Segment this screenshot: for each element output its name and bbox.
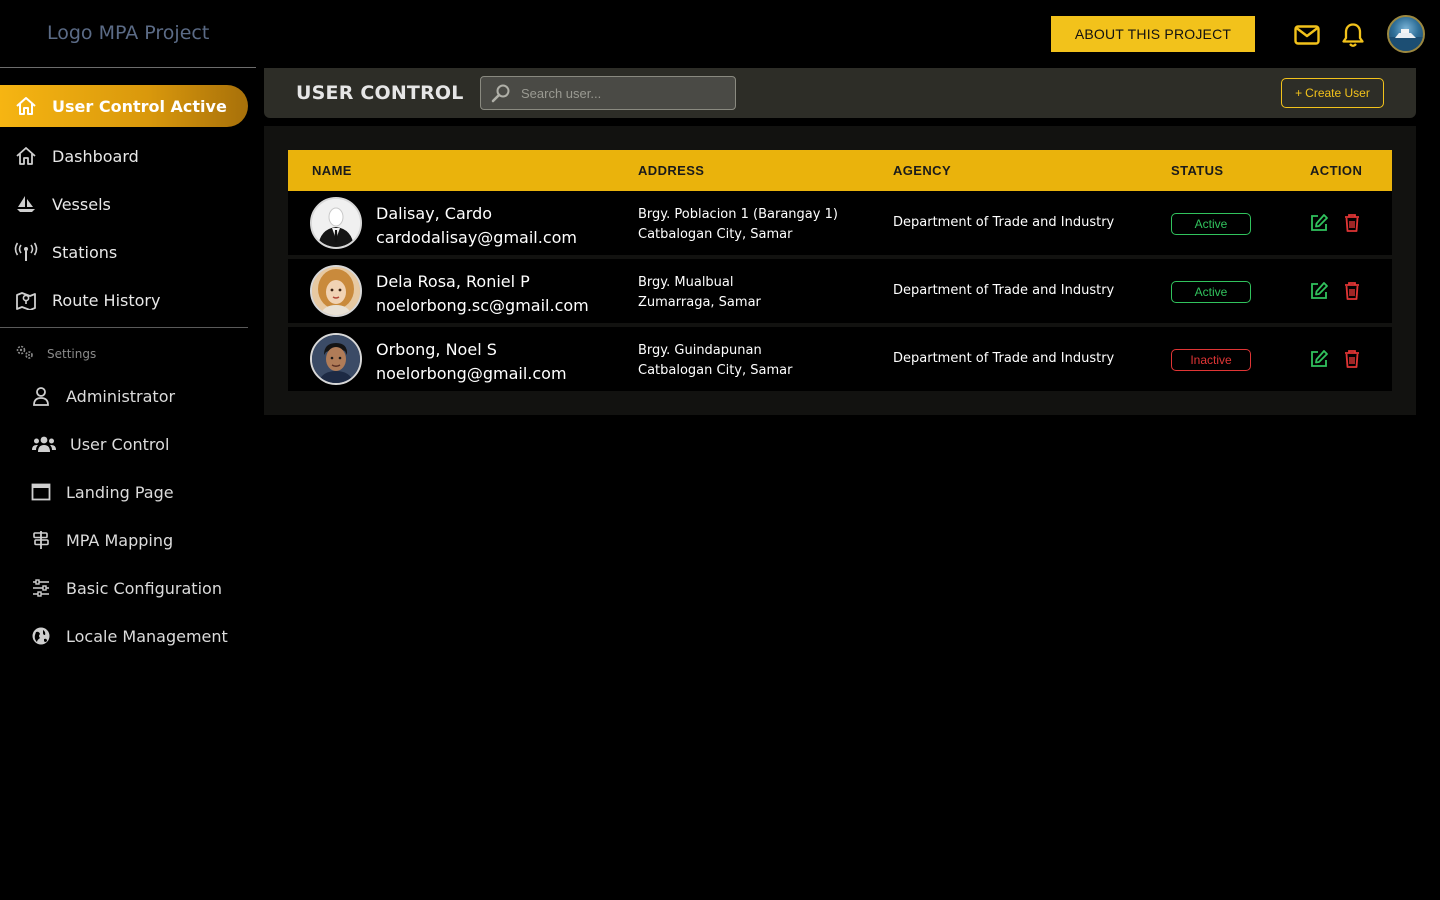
edit-icon[interactable]	[1309, 349, 1329, 369]
agency-cell: Department of Trade and Industry	[893, 215, 1115, 230]
plus-icon: +	[1295, 86, 1303, 100]
user-avatar	[310, 197, 362, 249]
search-input[interactable]	[521, 85, 721, 101]
edit-icon[interactable]	[1309, 281, 1329, 301]
address-line: Catbalogan City, Samar	[638, 363, 793, 378]
agency-cell: Department of Trade and Industry	[893, 351, 1115, 366]
sidebar-item-user-control[interactable]: User Control	[30, 424, 248, 464]
sidebar-item-vessels[interactable]: Vessels	[0, 183, 248, 225]
home-icon	[0, 146, 52, 166]
create-user-label: Create User	[1305, 86, 1370, 100]
sidebar-item-basic-configuration[interactable]: Basic Configuration	[30, 568, 248, 608]
page-header: USER CONTROL + Create User	[264, 68, 1416, 118]
sidebar-item-label: Basic Configuration	[66, 578, 222, 598]
table-header: NAME ADDRESS AGENCY STATUS ACTION	[288, 150, 1392, 191]
sliders-icon	[30, 579, 52, 597]
table-row: Dela Rosa, Roniel P noelorbong.sc@gmail.…	[288, 259, 1392, 323]
address-line: Brgy. Guindapunan	[638, 343, 762, 358]
user-name-cell: Dalisay, Cardo cardodalisay@gmail.com	[376, 202, 577, 250]
user-name: Dalisay, Cardo	[376, 204, 493, 223]
sidebar-item-locale-management[interactable]: Locale Management	[30, 616, 248, 656]
column-header-action: ACTION	[1310, 163, 1363, 178]
status-badge: Active	[1171, 281, 1251, 303]
sailboat-icon	[0, 194, 52, 214]
window-icon	[30, 483, 52, 501]
delete-icon[interactable]	[1342, 281, 1362, 301]
user-name: Orbong, Noel S	[376, 340, 497, 359]
sidebar-item-dashboard[interactable]: Dashboard	[0, 135, 248, 177]
sidebar-item-route-history[interactable]: Route History	[0, 279, 248, 321]
sidebar-divider	[0, 327, 248, 328]
edit-icon[interactable]	[1309, 213, 1329, 233]
sidebar-item-label: User Control Active	[52, 96, 227, 116]
sidebar-item-stations[interactable]: Stations	[0, 231, 248, 273]
table-row: Dalisay, Cardo cardodalisay@gmail.com Br…	[288, 191, 1392, 255]
search-field[interactable]	[480, 76, 736, 110]
sidebar-item-label: Stations	[52, 242, 118, 262]
table-row: Orbong, Noel S noelorbong@gmail.com Brgy…	[288, 327, 1392, 391]
sidebar-item-label: Locale Management	[66, 626, 228, 646]
column-header-address: ADDRESS	[638, 163, 705, 178]
status-badge: Active	[1171, 213, 1251, 235]
about-project-button[interactable]: ABOUT THIS PROJECT	[1051, 16, 1255, 52]
user-email: cardodalisay@gmail.com	[376, 228, 577, 247]
antenna-icon	[0, 242, 52, 262]
signpost-icon	[30, 530, 52, 550]
create-user-button[interactable]: + Create User	[1281, 78, 1384, 108]
settings-section-header: Settings	[15, 344, 96, 363]
bell-icon[interactable]	[1340, 22, 1366, 48]
sidebar-divider	[0, 67, 256, 68]
user-avatar	[310, 333, 362, 385]
globe-icon	[30, 626, 52, 646]
address-line: Zumarraga, Samar	[638, 295, 761, 310]
sidebar-item-label: Dashboard	[52, 146, 139, 166]
address-cell: Brgy. Poblacion 1 (Barangay 1) Catbaloga…	[638, 205, 838, 245]
search-icon	[481, 83, 521, 103]
address-cell: Brgy. Guindapunan Catbalogan City, Samar	[638, 341, 792, 381]
page-title: USER CONTROL	[296, 82, 464, 104]
profile-avatar[interactable]	[1387, 15, 1425, 53]
users-icon	[30, 434, 58, 454]
user-name-cell: Dela Rosa, Roniel P noelorbong.sc@gmail.…	[376, 270, 589, 318]
column-header-agency: AGENCY	[893, 163, 952, 178]
address-line: Brgy. Poblacion 1 (Barangay 1)	[638, 207, 838, 222]
column-header-status: STATUS	[1171, 163, 1224, 178]
map-icon	[0, 290, 52, 310]
sidebar-item-landing-page[interactable]: Landing Page	[30, 472, 248, 512]
user-avatar	[310, 265, 362, 317]
app-logo[interactable]: Logo MPA Project	[47, 22, 209, 44]
sidebar-item-label: Landing Page	[66, 482, 174, 502]
user-email: noelorbong@gmail.com	[376, 364, 567, 383]
address-line: Brgy. Mualbual	[638, 275, 734, 290]
sidebar-item-label: Administrator	[66, 386, 176, 406]
mail-icon[interactable]	[1294, 22, 1320, 48]
gears-icon	[15, 344, 35, 363]
sidebar-item-label: MPA Mapping	[66, 530, 174, 550]
sidebar-item-label: User Control	[70, 434, 170, 454]
agency-cell: Department of Trade and Industry	[893, 283, 1115, 298]
column-header-name: NAME	[312, 163, 352, 178]
sidebar-item-administrator[interactable]: Administrator	[30, 376, 248, 416]
sidebar-item-label: Vessels	[52, 194, 111, 214]
user-email: noelorbong.sc@gmail.com	[376, 296, 589, 315]
delete-icon[interactable]	[1342, 349, 1362, 369]
users-table: NAME ADDRESS AGENCY STATUS ACTION Dalisa…	[264, 126, 1416, 415]
status-badge: Inactive	[1171, 349, 1251, 371]
address-line: Catbalogan City, Samar	[638, 227, 793, 242]
settings-label: Settings	[47, 346, 97, 361]
address-cell: Brgy. Mualbual Zumarraga, Samar	[638, 273, 761, 313]
user-name: Dela Rosa, Roniel P	[376, 272, 530, 291]
sidebar-item-label: Route History	[52, 290, 161, 310]
user-icon	[30, 386, 52, 406]
user-name-cell: Orbong, Noel S noelorbong@gmail.com	[376, 338, 567, 386]
delete-icon[interactable]	[1342, 213, 1362, 233]
sidebar-item-user-control-active[interactable]: User Control Active	[0, 85, 248, 127]
home-icon	[0, 96, 52, 116]
sidebar-item-mpa-mapping[interactable]: MPA Mapping	[30, 520, 248, 560]
